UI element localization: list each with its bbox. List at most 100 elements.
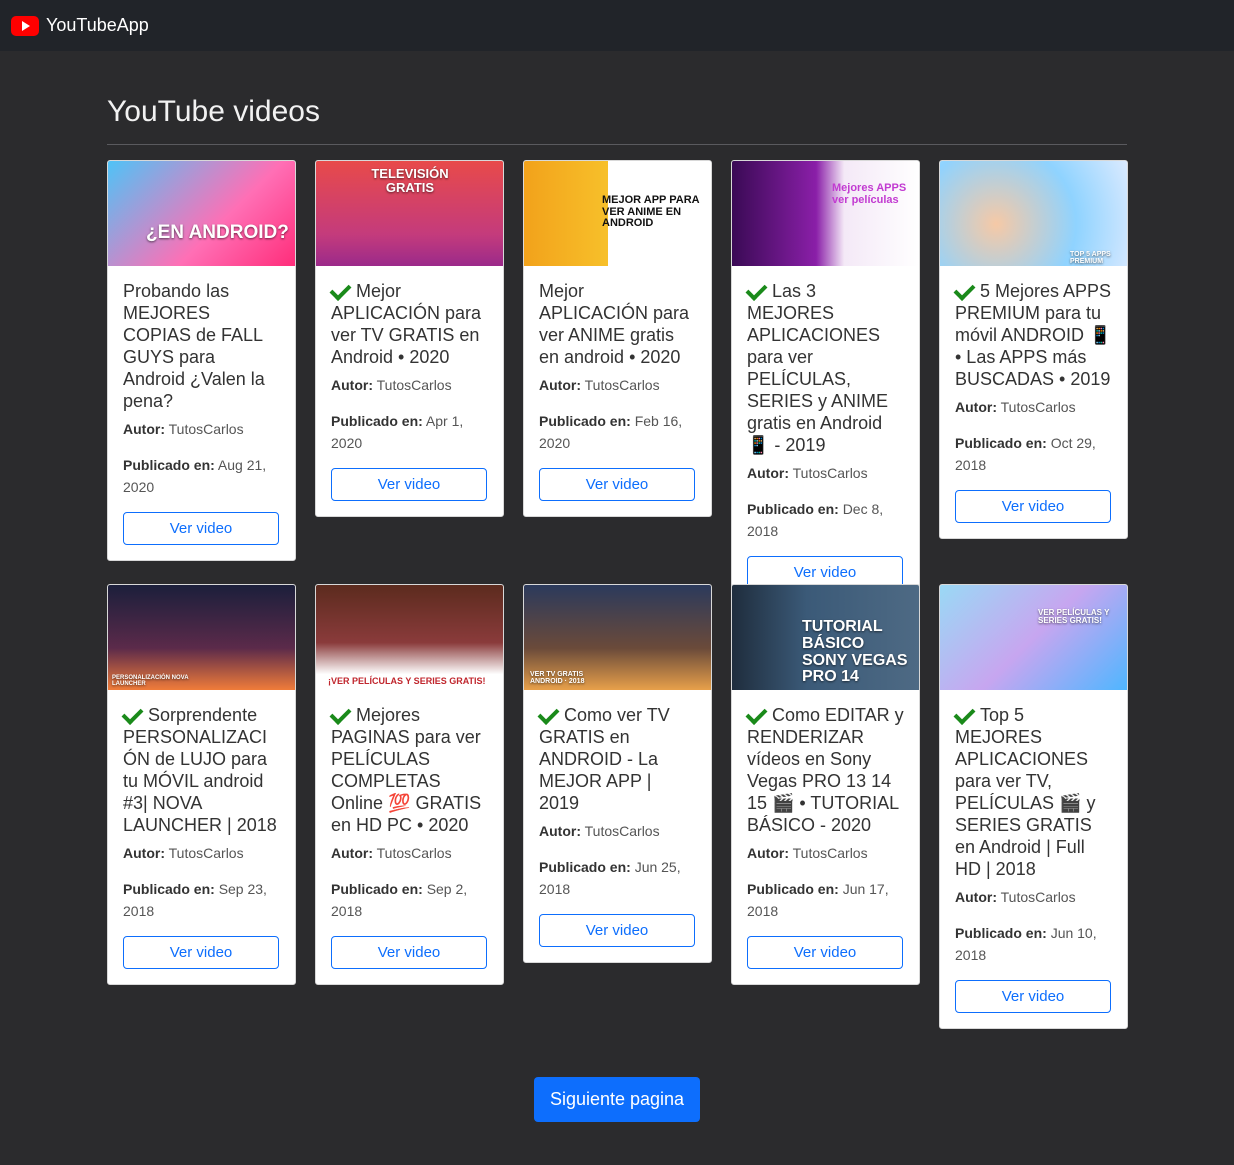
card-body: 5 Mejores APPS PREMIUM para tu móvil AND… [940, 266, 1127, 538]
video-thumbnail[interactable]: VER TV GRATIS ANDROID · 2018 [524, 585, 711, 690]
video-thumbnail[interactable]: Mejores APPS ver películas [732, 161, 919, 266]
author-value: TutosCarlos [376, 377, 452, 393]
video-author: Autor: TutosCarlos [331, 842, 488, 864]
watch-video-button[interactable]: Ver video [955, 490, 1111, 523]
video-published: Publicado en: Apr 1, 2020 [331, 410, 488, 454]
author-value: TutosCarlos [792, 845, 868, 861]
video-title-text: Mejor APLICACIÓN para ver ANIME gratis e… [539, 281, 690, 367]
thumbnail-caption: ¡VER PELÍCULAS Y SERIES GRATIS! [328, 676, 486, 686]
main-container: YouTube videos ¿EN ANDROID? Probando las … [107, 51, 1128, 1060]
video-author: Autor: TutosCarlos [539, 820, 696, 842]
thumbnail-caption: PERSONALIZACIÓN NOVA LAUNCHER [112, 675, 189, 688]
video-author: Autor: TutosCarlos [123, 842, 280, 864]
author-label: Autor: [747, 845, 789, 861]
author-label: Autor: [331, 377, 373, 393]
video-thumbnail[interactable]: TELEVISIÓN GRATIS [316, 161, 503, 266]
video-card: VER TV GRATIS ANDROID · 2018 Como ver TV … [523, 584, 712, 963]
video-published: Publicado en: Feb 16, 2020 [539, 410, 696, 454]
check-icon [745, 278, 768, 301]
check-icon [121, 702, 144, 725]
video-thumbnail[interactable]: TOP 5 APPS PREMIUM [940, 161, 1127, 266]
author-value: TutosCarlos [584, 823, 660, 839]
watch-video-button[interactable]: Ver video [747, 936, 903, 969]
card-body: Probando las MEJORES COPIAS de FALL GUYS… [108, 266, 295, 560]
video-title: Probando las MEJORES COPIAS de FALL GUYS… [123, 280, 280, 412]
watch-video-button[interactable]: Ver video [123, 512, 279, 545]
video-title-text: Mejores PAGINAS para ver PELÍCULAS COMPL… [331, 705, 482, 835]
brand-link[interactable]: YouTubeApp [11, 15, 149, 36]
video-thumbnail[interactable]: ¡VER PELÍCULAS Y SERIES GRATIS! [316, 585, 503, 690]
card-body: Mejores PAGINAS para ver PELÍCULAS COMPL… [316, 690, 503, 984]
divider [107, 144, 1127, 145]
video-card: ¿EN ANDROID? Probando las MEJORES COPIAS … [107, 160, 296, 561]
navbar: YouTubeApp [0, 0, 1234, 51]
video-card: ¡VER PELÍCULAS Y SERIES GRATIS! Mejores P… [315, 584, 504, 985]
video-title-text: Top 5 MEJORES APLICACIONES para ver TV, … [955, 705, 1096, 879]
video-title-text: Como ver TV GRATIS en ANDROID - La MEJOR… [539, 705, 670, 813]
video-title: Mejores PAGINAS para ver PELÍCULAS COMPL… [329, 702, 488, 836]
author-value: TutosCarlos [1000, 399, 1076, 415]
video-title: Mejor APLICACIÓN para ver TV GRATIS en A… [329, 278, 488, 368]
check-icon [537, 702, 560, 725]
author-label: Autor: [539, 823, 581, 839]
card-body: Mejor APLICACIÓN para ver TV GRATIS en A… [316, 266, 503, 516]
thumbnail-caption: VER PELÍCULAS Y SERIES GRATIS! [1038, 608, 1110, 626]
watch-video-button[interactable]: Ver video [955, 980, 1111, 1013]
author-label: Autor: [539, 377, 581, 393]
video-thumbnail[interactable]: MEJOR APP PARA VER ANIME EN ANDROID [524, 161, 711, 266]
video-published: Publicado en: Sep 2, 2018 [331, 878, 488, 922]
published-label: Publicado en: [955, 435, 1047, 451]
video-thumbnail[interactable]: PERSONALIZACIÓN NOVA LAUNCHER [108, 585, 295, 690]
video-published: Publicado en: Aug 21, 2020 [123, 454, 280, 498]
thumbnail-caption: ¿EN ANDROID? [146, 222, 289, 243]
card-body: Como EDITAR y RENDERIZAR vídeos en Sony … [732, 690, 919, 984]
video-title: Como EDITAR y RENDERIZAR vídeos en Sony … [745, 702, 904, 836]
video-title-text: Probando las MEJORES COPIAS de FALL GUYS… [123, 281, 265, 411]
author-value: TutosCarlos [168, 845, 244, 861]
video-card: PERSONALIZACIÓN NOVA LAUNCHER Sorprendent… [107, 584, 296, 985]
video-author: Autor: TutosCarlos [955, 396, 1112, 418]
published-label: Publicado en: [539, 859, 631, 875]
author-value: TutosCarlos [584, 377, 660, 393]
next-page-button[interactable]: Siguiente pagina [534, 1077, 700, 1122]
video-card: MEJOR APP PARA VER ANIME EN ANDROID Mejor… [523, 160, 712, 517]
video-published: Publicado en: Jun 25, 2018 [539, 856, 696, 900]
video-card: Mejores APPS ver películas Las 3 MEJORES … [731, 160, 920, 605]
video-author: Autor: TutosCarlos [331, 374, 488, 396]
watch-video-button[interactable]: Ver video [539, 914, 695, 947]
check-icon [329, 278, 352, 301]
author-label: Autor: [955, 399, 997, 415]
video-title: Sorprendente PERSONALIZACIÓN de LUJO par… [121, 702, 280, 836]
check-icon [745, 702, 768, 725]
video-card: TELEVISIÓN GRATIS Mejor APLICACIÓN para v… [315, 160, 504, 517]
published-label: Publicado en: [123, 457, 215, 473]
video-thumbnail[interactable]: ¿EN ANDROID? [108, 161, 295, 266]
video-published: Publicado en: Oct 29, 2018 [955, 432, 1112, 476]
page-title: YouTube videos [107, 95, 320, 128]
video-card: TUTORIAL BÁSICO SONY VEGAS PRO 14 Como ED… [731, 584, 920, 985]
card-body: Sorprendente PERSONALIZACIÓN de LUJO par… [108, 690, 295, 984]
watch-video-button[interactable]: Ver video [331, 936, 487, 969]
video-thumbnail[interactable]: VER PELÍCULAS Y SERIES GRATIS! [940, 585, 1127, 690]
thumbnail-caption: TELEVISIÓN GRATIS [371, 166, 449, 195]
thumbnail-caption: MEJOR APP PARA VER ANIME EN ANDROID [602, 194, 700, 230]
thumbnail-caption: Mejores APPS ver películas [832, 182, 907, 206]
video-published: Publicado en: Sep 23, 2018 [123, 878, 280, 922]
video-author: Autor: TutosCarlos [747, 842, 904, 864]
published-label: Publicado en: [123, 881, 215, 897]
watch-video-button[interactable]: Ver video [331, 468, 487, 501]
published-label: Publicado en: [539, 413, 631, 429]
author-label: Autor: [955, 889, 997, 905]
watch-video-button[interactable]: Ver video [539, 468, 695, 501]
author-label: Autor: [123, 845, 165, 861]
video-title: Mejor APLICACIÓN para ver ANIME gratis e… [539, 280, 696, 368]
video-author: Autor: TutosCarlos [539, 374, 696, 396]
author-value: TutosCarlos [168, 421, 244, 437]
video-grid: ¿EN ANDROID? Probando las MEJORES COPIAS … [107, 160, 1128, 1060]
watch-video-button[interactable]: Ver video [123, 936, 279, 969]
video-published: Publicado en: Jun 10, 2018 [955, 922, 1112, 966]
video-title: Top 5 MEJORES APLICACIONES para ver TV, … [953, 702, 1112, 880]
video-author: Autor: TutosCarlos [955, 886, 1112, 908]
author-label: Autor: [123, 421, 165, 437]
video-thumbnail[interactable]: TUTORIAL BÁSICO SONY VEGAS PRO 14 [732, 585, 919, 690]
